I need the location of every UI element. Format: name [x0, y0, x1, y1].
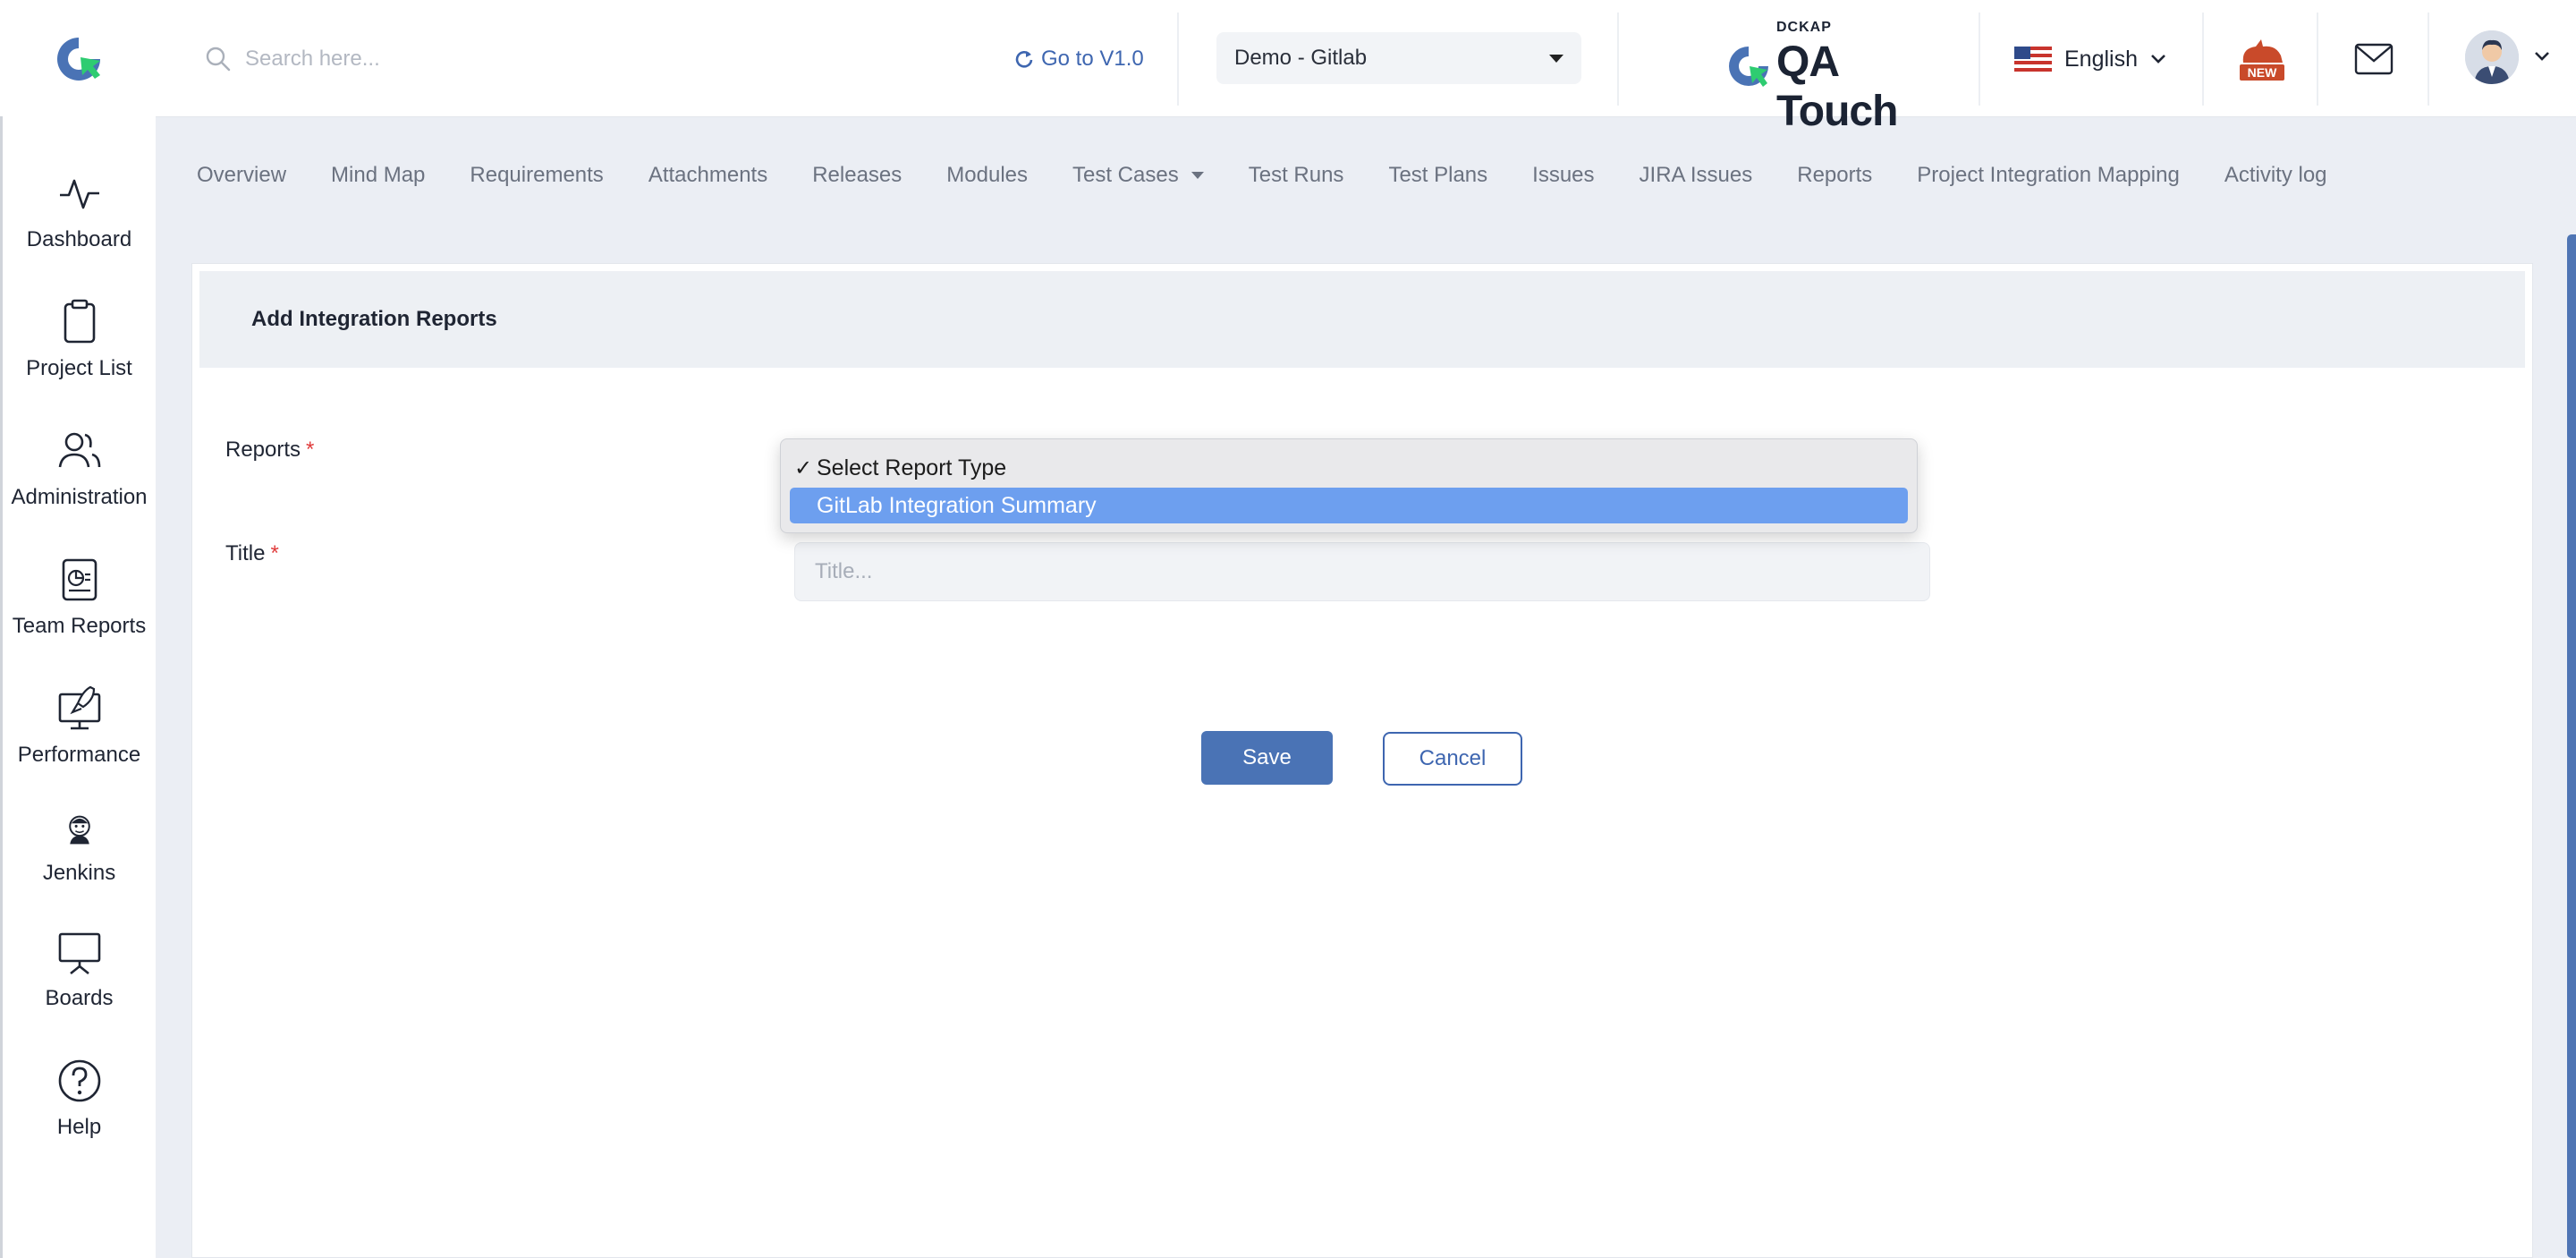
tab-overview[interactable]: Overview [197, 163, 286, 188]
top-bar: Go to V1.0 Demo - Gitlab DCKAP QA Touch … [0, 0, 2576, 135]
tab-test-cases-label: Test Cases [1072, 163, 1179, 187]
language-label: English [2064, 46, 2138, 72]
tab-requirements[interactable]: Requirements [470, 163, 603, 188]
project-select-value: Demo - Gitlab [1234, 46, 1368, 70]
sidebar-item-project-list[interactable]: Project List [3, 299, 156, 406]
tab-test-runs[interactable]: Test Runs [1249, 163, 1344, 188]
search-icon [206, 47, 231, 72]
divider [2202, 13, 2204, 106]
search-input[interactable] [243, 38, 748, 81]
divider [1177, 13, 1179, 106]
required-marker: * [270, 541, 279, 565]
report-icon [62, 558, 97, 601]
help-icon [58, 1059, 100, 1102]
report-option-gitlab-summary[interactable]: GitLab Integration Summary [790, 488, 1908, 523]
sidebar-item-team-reports[interactable]: Team Reports [3, 557, 156, 664]
sidebar-item-label: Team Reports [12, 614, 147, 638]
divider [1979, 13, 1980, 106]
tab-mind-map[interactable]: Mind Map [331, 163, 425, 188]
project-select[interactable]: Demo - Gitlab [1216, 32, 1581, 84]
sidebar-item-dashboard[interactable]: Dashboard [3, 170, 156, 277]
report-type-dropdown[interactable]: ✓ Select Report Type GitLab Integration … [780, 438, 1918, 533]
go-to-v1-label: Go to V1.0 [1041, 47, 1144, 71]
go-to-v1-link[interactable]: Go to V1.0 [1014, 41, 1144, 77]
language-selector[interactable]: English [2014, 39, 2166, 79]
sidebar-item-jenkins[interactable]: Jenkins [3, 807, 156, 914]
tab-modules[interactable]: Modules [946, 163, 1028, 188]
sidebar-item-performance[interactable]: Performance [3, 685, 156, 793]
sidebar-item-label: Jenkins [42, 861, 116, 885]
check-icon: ✓ [793, 455, 813, 480]
caret-down-icon [1191, 172, 1204, 179]
brand-name: QA Touch [1776, 38, 1898, 135]
brand-company: DCKAP [1776, 20, 1832, 35]
tab-test-plans[interactable]: Test Plans [1388, 163, 1487, 188]
tab-releases[interactable]: Releases [812, 163, 902, 188]
save-button[interactable]: Save [1201, 731, 1333, 785]
new-badge-text: NEW [2248, 65, 2277, 80]
sidebar-item-administration[interactable]: Administration [3, 428, 156, 535]
reports-field-label: Reports * [225, 438, 314, 463]
chevron-down-icon [2151, 55, 2165, 64]
pulse-icon [59, 179, 99, 209]
sidebar-item-label: Help [56, 1115, 102, 1139]
tab-attachments[interactable]: Attachments [648, 163, 767, 188]
reports-label-text: Reports [225, 438, 301, 462]
users-icon [58, 432, 100, 468]
sidebar-item-label: Dashboard [26, 227, 132, 251]
clipboard-icon [64, 299, 95, 344]
sidebar-item-boards[interactable]: Boards [3, 929, 156, 1036]
brand-mark-icon [1729, 47, 1768, 87]
required-marker: * [306, 438, 315, 462]
chevron-down-icon[interactable] [2533, 50, 2551, 63]
page-title: Add Integration Reports [251, 307, 497, 331]
divider [2428, 13, 2429, 106]
divider [2317, 13, 2318, 106]
title-field-label: Title * [225, 541, 279, 566]
user-avatar-icon [2465, 30, 2519, 84]
page-scrollbar[interactable] [2567, 234, 2576, 1258]
cancel-button[interactable]: Cancel [1383, 732, 1522, 786]
project-tabs: Overview Mind Map Requirements Attachmen… [197, 157, 2372, 193]
sidebar-item-label: Project List [26, 356, 132, 380]
card-header: Add Integration Reports [199, 271, 2525, 368]
rhino-new-icon: NEW [2240, 39, 2284, 81]
tab-test-cases[interactable]: Test Cases [1072, 163, 1204, 188]
report-option-select-type[interactable]: ✓ Select Report Type [790, 450, 1908, 486]
report-option-label: Select Report Type [817, 455, 1007, 480]
sidebar-item-label: Performance [17, 743, 141, 767]
user-avatar[interactable] [2465, 30, 2519, 84]
tab-activity-log[interactable]: Activity log [2224, 163, 2327, 188]
tab-jira-issues[interactable]: JIRA Issues [1640, 163, 1753, 188]
report-option-label: GitLab Integration Summary [817, 492, 1097, 518]
title-label-text: Title [225, 541, 266, 565]
tab-project-integration-mapping[interactable]: Project Integration Mapping [1917, 163, 2180, 188]
tab-reports[interactable]: Reports [1797, 163, 1872, 188]
us-flag-icon [2014, 47, 2052, 72]
whats-new-badge[interactable]: NEW [2238, 36, 2286, 82]
tab-issues[interactable]: Issues [1532, 163, 1594, 188]
caret-down-icon [1549, 54, 1563, 63]
jenkins-icon [68, 815, 90, 845]
sidebar-item-help[interactable]: Help [3, 1058, 156, 1165]
sidebar: Dashboard Project List Administration Te… [0, 116, 156, 1258]
title-input[interactable] [794, 542, 1930, 601]
integration-report-card: Add Integration Reports [191, 263, 2533, 1258]
monitor-rocket-icon [58, 685, 100, 730]
sidebar-item-label: Administration [11, 485, 148, 509]
board-icon [58, 932, 100, 975]
mail-icon[interactable] [2354, 43, 2394, 75]
qa-touch-logo-icon[interactable] [54, 34, 104, 84]
divider [1617, 13, 1619, 106]
sidebar-item-label: Boards [45, 986, 114, 1010]
brand-logo: DCKAP QA Touch [1726, 20, 1941, 135]
refresh-icon [1015, 51, 1033, 68]
